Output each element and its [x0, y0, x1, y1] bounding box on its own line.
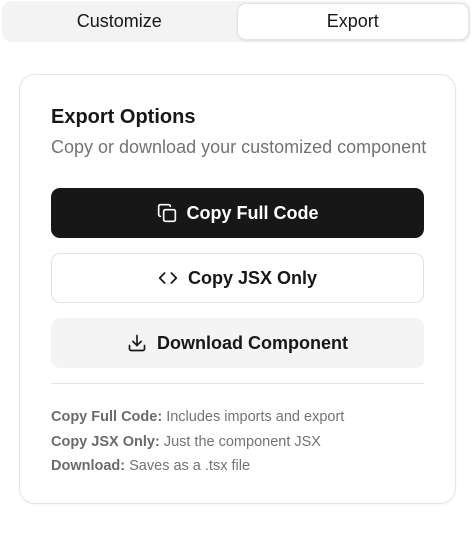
note-term: Download: — [51, 458, 126, 474]
note-term: Copy JSX Only: — [51, 433, 160, 450]
tab-customize-label: Customize — [76, 11, 162, 31]
export-options-card: Export Options Copy or download your cus… — [19, 74, 456, 504]
copy-jsx-only-button[interactable]: Copy JSX Only — [51, 253, 424, 303]
tab-list: Customize Export — [2, 1, 471, 42]
copy-icon — [157, 203, 177, 223]
divider — [51, 383, 424, 384]
tab-export[interactable]: Export — [236, 3, 469, 40]
card-description: Copy or download your customized compone… — [51, 137, 427, 157]
download-icon — [127, 333, 147, 353]
code-icon — [158, 268, 178, 288]
copy-full-code-button[interactable]: Copy Full Code — [51, 188, 424, 238]
note-text: Just the component JSX — [163, 433, 321, 450]
note-text: Saves as a .tsx file — [129, 458, 251, 474]
copy-full-code-label: Copy Full Code — [186, 202, 319, 223]
note-download: Download: Saves as a .tsx file — [51, 454, 344, 479]
tab-customize[interactable]: Customize — [4, 3, 235, 40]
note-text: Includes imports and export — [166, 409, 345, 425]
download-component-button[interactable]: Download Component — [51, 318, 424, 368]
copy-jsx-only-label: Copy JSX Only — [187, 267, 318, 288]
export-notes: Copy Full Code: Includes imports and exp… — [51, 405, 344, 479]
tab-export-label: Export — [326, 11, 379, 31]
note-term: Copy Full Code: — [51, 409, 163, 425]
card-title: Export Options — [51, 106, 196, 128]
note-copy-jsx: Copy JSX Only: Just the component JSX — [51, 430, 344, 455]
note-copy-full: Copy Full Code: Includes imports and exp… — [51, 405, 344, 430]
download-component-label: Download Component — [157, 332, 348, 353]
